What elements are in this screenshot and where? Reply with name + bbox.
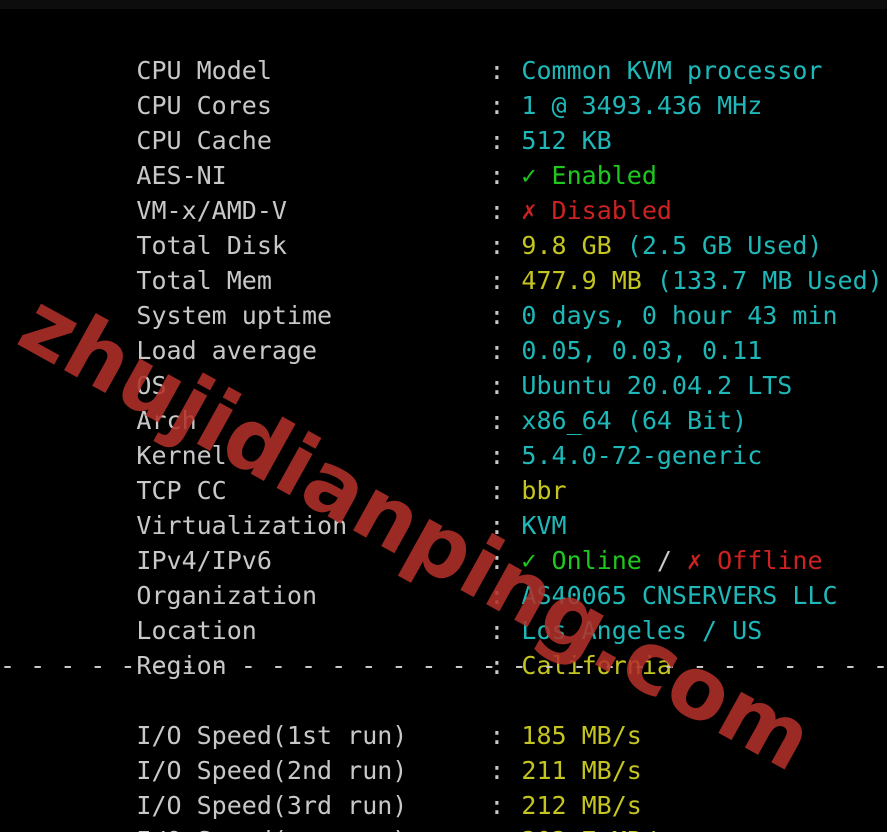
row-label: TCP CC	[136, 476, 227, 505]
row-label: Total Disk	[136, 231, 287, 260]
section-separator: - - - - - - - - - - - - - - - - - - - - …	[0, 651, 887, 680]
row-colon: :	[489, 476, 505, 505]
row-value: 211 MB/s	[521, 756, 642, 785]
row-colon: :	[489, 756, 505, 785]
row-value: Ubuntu 20.04.2 LTS	[521, 371, 793, 400]
terminal-output: CPU Model: Common KVM processor CPU Cores…	[0, 0, 887, 832]
check-icon: ✓	[521, 546, 537, 575]
row-label: Load average	[136, 336, 318, 365]
row-value: Enabled	[551, 161, 657, 190]
row-colon: :	[489, 823, 521, 832]
row-value: 1 @ 3493.436 MHz	[521, 91, 763, 120]
row-colon: :	[489, 721, 505, 750]
row-label: I/O Speed(3rd run)	[136, 791, 408, 820]
row-label: Arch	[136, 406, 197, 435]
row-colon: :	[489, 336, 505, 365]
row-value: 5.4.0-72-generic	[521, 441, 763, 470]
row-colon: :	[489, 441, 505, 470]
cross-icon: ✗	[687, 546, 703, 575]
row-colon: :	[489, 56, 505, 85]
row-label: Virtualization	[136, 511, 348, 540]
io-speed-block: I/O Speed(1st run):185 MB/s I/O Speed(2n…	[0, 683, 887, 832]
row-value: Common KVM processor	[521, 56, 823, 85]
row-value: 0 days, 0 hour 43 min	[521, 301, 838, 330]
cross-icon: ✗	[521, 196, 537, 225]
row-colon: :	[489, 231, 505, 260]
info-row-cpu-model: CPU Model: Common KVM processor	[0, 18, 887, 85]
row-colon: :	[489, 616, 505, 645]
row-colon: :	[489, 406, 505, 435]
row-colon: :	[489, 581, 505, 610]
row-value: 9.8 GB	[521, 231, 612, 260]
row-colon: :	[489, 546, 505, 575]
row-label: OS	[136, 371, 167, 400]
row-label: System uptime	[136, 301, 333, 330]
row-colon: :	[489, 511, 505, 540]
row-value: KVM	[521, 511, 567, 540]
io-row-1st-run: I/O Speed(1st run):185 MB/s	[0, 683, 887, 750]
row-label: I/O Speed(2nd run)	[136, 756, 408, 785]
row-colon: :	[489, 266, 505, 295]
row-colon: :	[489, 301, 505, 330]
row-value: 185 MB/s	[521, 721, 642, 750]
row-label: VM-x/AMD-V	[136, 196, 287, 225]
row-colon: :	[489, 371, 505, 400]
row-label: I/O Speed(average)	[120, 823, 489, 832]
row-value: Disabled	[551, 196, 672, 225]
row-label: IPv4/IPv6	[136, 546, 272, 575]
ipv6-status: Offline	[717, 546, 823, 575]
terminal-window: CPU Model: Common KVM processor CPU Cores…	[0, 0, 887, 832]
row-label: Organization	[136, 581, 318, 610]
row-colon: :	[489, 196, 505, 225]
row-label: CPU Model	[136, 56, 272, 85]
status-divider: /	[656, 546, 672, 575]
row-label: Total Mem	[136, 266, 272, 295]
system-info-block: CPU Model: Common KVM processor CPU Cores…	[0, 18, 887, 680]
row-value: AS40065 CNSERVERS LLC	[521, 581, 838, 610]
row-label: CPU Cores	[136, 91, 272, 120]
row-label: AES-NI	[136, 161, 227, 190]
row-colon: :	[489, 791, 505, 820]
row-value: 477.9 MB	[521, 266, 642, 295]
row-label: Kernel	[136, 441, 227, 470]
row-value: bbr	[521, 476, 567, 505]
row-value-suffix: (2.5 GB Used)	[626, 231, 823, 260]
row-value: Los Angeles / US	[521, 616, 763, 645]
row-value: x86_64 (64 Bit)	[521, 406, 748, 435]
row-label: I/O Speed(1st run)	[136, 721, 408, 750]
row-value-suffix: (133.7 MB Used)	[656, 266, 883, 295]
ipv4-status: Online	[551, 546, 642, 575]
row-value: 212 MB/s	[521, 791, 642, 820]
row-colon: :	[489, 126, 505, 155]
row-label: CPU Cache	[136, 126, 272, 155]
row-colon: :	[489, 161, 505, 190]
row-value: 202.7 MB/s	[521, 823, 672, 832]
row-value: 512 KB	[521, 126, 612, 155]
row-label: Location	[136, 616, 257, 645]
row-value: 0.05, 0.03, 0.11	[521, 336, 763, 365]
check-icon: ✓	[521, 161, 537, 190]
row-colon: :	[489, 91, 505, 120]
